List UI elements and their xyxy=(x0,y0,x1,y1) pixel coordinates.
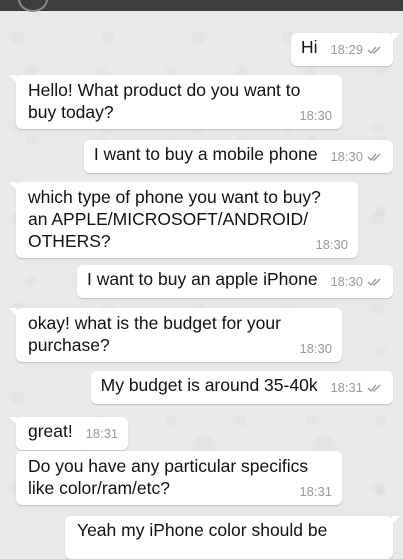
message-meta: 18:29 xyxy=(330,43,383,57)
message-bubble-incoming[interactable]: which type of phone you want to buy? an … xyxy=(9,182,358,258)
message-time: 18:30 xyxy=(315,237,348,252)
message-meta: 18:31 xyxy=(330,381,383,395)
message-text: okay! what is the budget for your purcha… xyxy=(28,313,281,355)
message-meta: 18:30 xyxy=(330,150,383,164)
message-time: 18:31 xyxy=(299,484,332,499)
message-time: 18:31 xyxy=(85,426,119,441)
message-bubble-outgoing[interactable]: I want to buy an apple iPhone 18:30 xyxy=(76,265,393,298)
double-check-icon xyxy=(367,153,381,162)
message-bubble-outgoing[interactable]: My budget is around 35-40k 18:31 xyxy=(90,371,393,404)
message-text: Do you have any particular specifics lik… xyxy=(28,456,309,498)
message-text: I want to buy a mobile phone xyxy=(93,144,318,164)
message-time: 18:30 xyxy=(330,149,363,164)
message-bubble-incoming[interactable]: okay! what is the budget for your purcha… xyxy=(9,308,342,362)
message-time: 18:31 xyxy=(330,380,363,395)
message-meta: 18:30 xyxy=(330,275,383,289)
message-time: 18:30 xyxy=(330,274,363,289)
message-text: My budget is around 35-40k xyxy=(100,375,318,395)
double-check-icon xyxy=(367,384,381,393)
message-bubble-outgoing[interactable]: Hi 18:29 xyxy=(291,33,400,66)
message-text: I want to buy an apple iPhone xyxy=(86,269,318,289)
message-text: Hi xyxy=(301,37,318,57)
message-text: which type of phone you want to buy? an … xyxy=(28,187,321,251)
message-time: 18:29 xyxy=(330,42,363,57)
message-text: Hello! What product do you want to buy t… xyxy=(28,80,301,122)
chat-header xyxy=(0,0,403,12)
message-bubble-incoming[interactable]: Do you have any particular specifics lik… xyxy=(16,451,342,505)
message-bubble-incoming[interactable]: great! 18:31 xyxy=(8,417,129,450)
message-time: 18:30 xyxy=(299,341,332,356)
message-bubble-outgoing[interactable]: I want to buy a mobile phone 18:30 xyxy=(83,140,393,173)
double-check-icon xyxy=(367,46,381,55)
message-time: 18:30 xyxy=(299,108,332,123)
message-bubble-incoming[interactable]: Hello! What product do you want to buy t… xyxy=(9,75,342,129)
double-check-icon xyxy=(367,278,381,287)
message-text: great! xyxy=(28,421,73,441)
